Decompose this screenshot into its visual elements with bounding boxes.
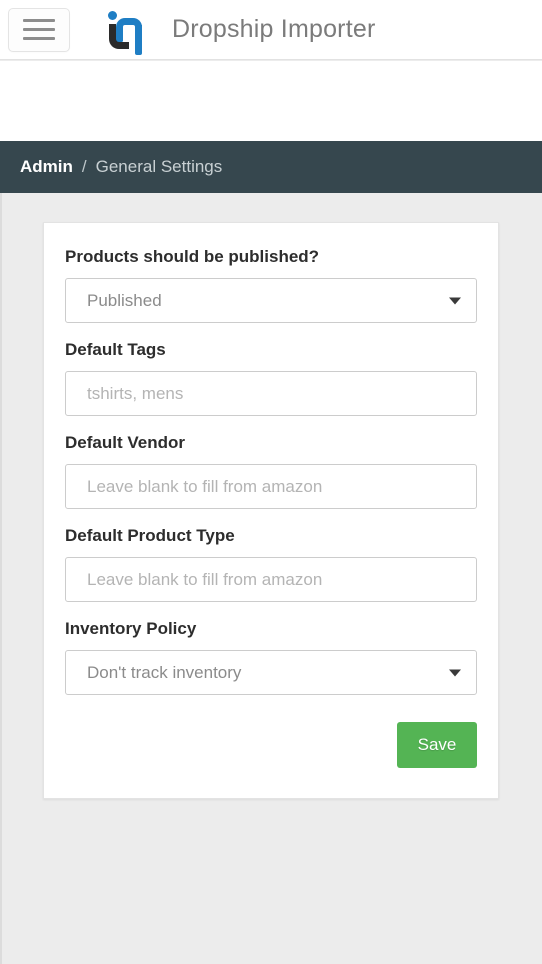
- label-published: Products should be published?: [65, 247, 320, 266]
- input-default-product-type[interactable]: [65, 557, 477, 602]
- save-button[interactable]: Save: [397, 722, 477, 768]
- select-wrap-published: Published: [65, 278, 477, 323]
- field-default-vendor: Default Vendor: [65, 433, 477, 509]
- top-navbar: Dropship Importer: [0, 0, 542, 60]
- select-published[interactable]: Published: [65, 278, 477, 323]
- hamburger-icon-bar: [23, 19, 55, 22]
- ia-logo-icon: [102, 7, 148, 55]
- form-actions: Save: [65, 712, 477, 768]
- select-inventory-policy[interactable]: Don't track inventory: [65, 650, 477, 695]
- select-wrap-inventory-policy: Don't track inventory: [65, 650, 477, 695]
- header-spacer: [0, 61, 542, 141]
- logo-dot: [108, 10, 117, 20]
- hamburger-icon-bar: [23, 28, 55, 31]
- app-root: Dropship Importer Admin / General Settin…: [0, 0, 542, 964]
- breadcrumb: Admin / General Settings: [0, 141, 542, 193]
- settings-card: Products should be published? Published …: [43, 222, 499, 799]
- label-inventory-policy: Inventory Policy: [65, 619, 197, 638]
- field-default-tags: Default Tags: [65, 340, 477, 416]
- breadcrumb-item-general-settings: General Settings: [95, 157, 223, 176]
- field-inventory-policy: Inventory Policy Don't track inventory: [65, 619, 477, 695]
- breadcrumb-separator: /: [81, 157, 87, 176]
- input-default-vendor[interactable]: [65, 464, 477, 509]
- breadcrumb-item-admin[interactable]: Admin: [20, 157, 73, 177]
- field-default-product-type: Default Product Type: [65, 526, 477, 602]
- hamburger-menu-button[interactable]: [8, 7, 70, 52]
- hamburger-icon-bar: [23, 37, 55, 40]
- input-default-tags[interactable]: [65, 371, 477, 416]
- app-title: Dropship Importer: [172, 15, 376, 43]
- field-published: Products should be published? Published: [65, 247, 477, 323]
- label-default-product-type: Default Product Type: [65, 526, 235, 545]
- logo-i-stem: [109, 23, 129, 49]
- content-area: Products should be published? Published …: [0, 193, 542, 964]
- label-default-tags: Default Tags: [65, 340, 166, 359]
- breadcrumb-inner: Admin / General Settings: [0, 157, 222, 177]
- label-default-vendor: Default Vendor: [65, 433, 185, 452]
